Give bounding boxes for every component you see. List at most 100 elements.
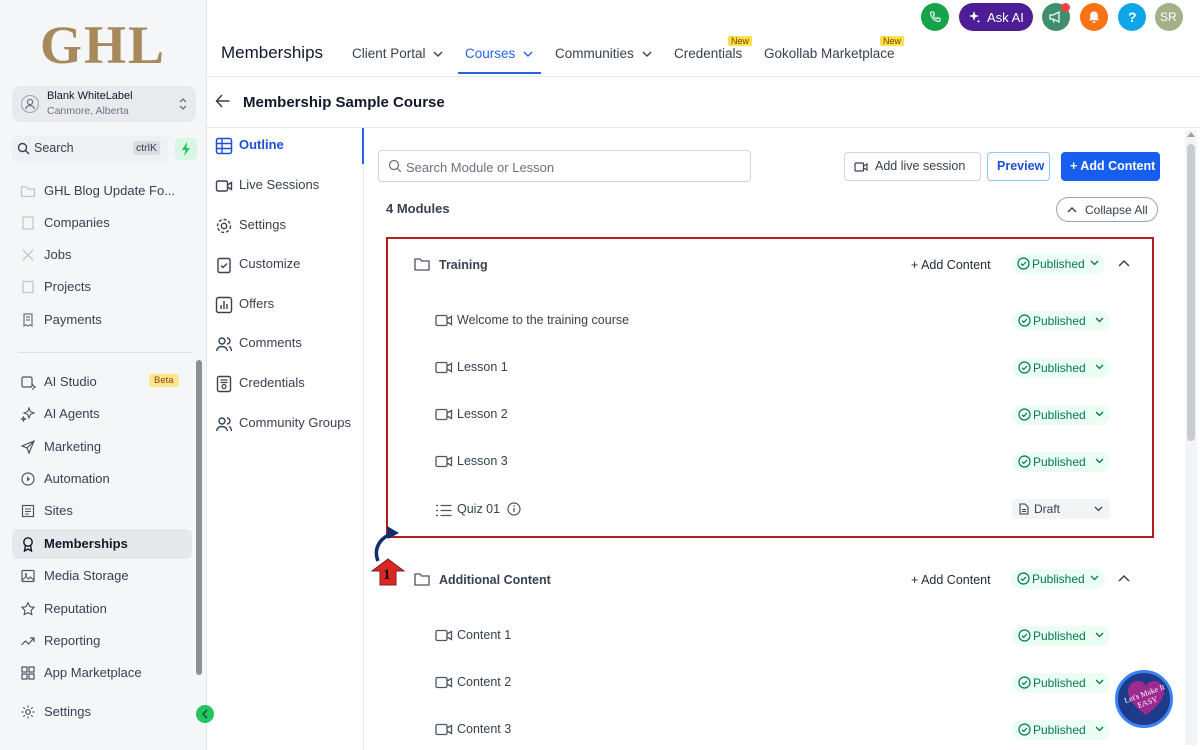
button-label: Collapse All bbox=[1085, 203, 1148, 217]
avatar[interactable]: SR bbox=[1155, 3, 1183, 31]
collapse-all-button[interactable]: Collapse All bbox=[1056, 197, 1158, 222]
sidebar-item-label: Automation bbox=[44, 471, 110, 486]
bar-chart-icon bbox=[215, 296, 233, 314]
chevron-down-icon bbox=[433, 51, 443, 58]
module-add-content-button[interactable]: + Add Content bbox=[911, 573, 991, 587]
gear-icon bbox=[20, 704, 36, 720]
sidebar-item-projects[interactable]: Projects bbox=[12, 272, 192, 302]
sparkle-icon bbox=[20, 406, 36, 422]
phone-button[interactable] bbox=[921, 3, 949, 31]
tab-courses[interactable]: Courses bbox=[465, 46, 533, 61]
send-icon bbox=[20, 439, 36, 455]
page-title: Memberships bbox=[221, 43, 324, 62]
lesson-status-dropdown[interactable]: Published bbox=[1012, 673, 1110, 693]
course-title: Membership Sample Course bbox=[243, 94, 445, 111]
sidebar-item-label: Payments bbox=[44, 312, 102, 327]
account-switcher[interactable]: Blank WhiteLabel Canmore, Alberta bbox=[12, 86, 196, 122]
module-collapse-toggle[interactable] bbox=[1118, 574, 1130, 582]
sidebar-item-label: AI Studio bbox=[44, 374, 97, 389]
lightning-icon bbox=[181, 142, 191, 156]
main-scrollbar[interactable] bbox=[1185, 130, 1197, 745]
sidebar-item-companies[interactable]: Companies bbox=[12, 208, 192, 238]
tab-credentials[interactable]: Credentials bbox=[674, 46, 742, 61]
image-icon bbox=[20, 568, 36, 584]
lesson-row[interactable]: Content 3 Published bbox=[385, 712, 1155, 748]
add-live-session-button[interactable]: Add live session bbox=[844, 152, 981, 181]
lesson-status-dropdown[interactable]: Published bbox=[1012, 720, 1110, 740]
sidebar-item-jobs[interactable]: Jobs bbox=[12, 240, 192, 270]
sidebar-item-app-marketplace[interactable]: App Marketplace bbox=[12, 658, 192, 688]
lesson-row[interactable]: Content 1 Published bbox=[385, 618, 1155, 654]
sidebar-scrollbar[interactable] bbox=[196, 360, 202, 675]
video-icon bbox=[435, 629, 453, 642]
nav-label: Settings bbox=[239, 217, 286, 232]
module-name: Additional Content bbox=[439, 573, 551, 587]
outline-panel: Add live session Preview + Add Content 4… bbox=[365, 128, 1183, 750]
lesson-row[interactable]: Content 2 Published bbox=[385, 665, 1155, 701]
sidebar-item-label: Jobs bbox=[44, 247, 72, 262]
announcements-button[interactable] bbox=[1042, 3, 1070, 31]
check-circle-icon bbox=[1018, 629, 1031, 642]
check-circle-icon bbox=[1018, 723, 1031, 736]
ask-ai-button[interactable]: Ask AI bbox=[959, 3, 1033, 31]
sidebar-item-ai-studio[interactable]: AI Studio Beta bbox=[12, 367, 192, 397]
lesson-title: Content 3 bbox=[457, 722, 512, 736]
beta-badge: Beta bbox=[149, 374, 179, 387]
help-button[interactable]: ? bbox=[1118, 3, 1146, 31]
lesson-status-dropdown[interactable]: Published bbox=[1012, 626, 1110, 646]
megaphone-icon bbox=[1049, 11, 1063, 23]
sidebar-item-blog-folder[interactable]: GHL Blog Update Fo... bbox=[12, 176, 192, 206]
nav-label: Community Groups bbox=[239, 415, 351, 430]
sidebar-item-marketing[interactable]: Marketing bbox=[12, 432, 192, 462]
award-icon bbox=[20, 536, 36, 552]
module-header-additional-content[interactable]: Additional Content + Add Content Publish… bbox=[385, 554, 1155, 604]
sidebar-item-reporting[interactable]: Reporting bbox=[12, 626, 192, 656]
sidebar-item-reputation[interactable]: Reputation bbox=[12, 594, 192, 624]
sidebar-item-sites[interactable]: Sites bbox=[12, 496, 192, 526]
sidebar-item-label: Marketing bbox=[44, 439, 102, 454]
search-icon bbox=[17, 142, 30, 155]
sidebar-item-settings[interactable]: Settings bbox=[12, 697, 192, 727]
sidebar-item-automation[interactable]: Automation bbox=[12, 464, 192, 494]
back-button[interactable] bbox=[215, 94, 231, 108]
status-label: Published bbox=[1033, 723, 1086, 737]
check-circle-icon bbox=[1018, 676, 1031, 689]
status-label: Published bbox=[1033, 629, 1086, 643]
grid-icon bbox=[20, 665, 36, 681]
account-name: Blank WhiteLabel bbox=[47, 90, 133, 102]
sidebar-item-media-storage[interactable]: Media Storage bbox=[12, 561, 192, 591]
tab-gokollab-marketplace[interactable]: Gokollab Marketplace bbox=[764, 46, 895, 61]
video-icon bbox=[215, 177, 233, 195]
sidebar-item-payments[interactable]: Payments bbox=[12, 305, 192, 335]
module-search-field[interactable] bbox=[378, 150, 751, 182]
brand-logo[interactable]: GHL bbox=[40, 14, 166, 76]
preview-button[interactable]: Preview bbox=[987, 152, 1050, 181]
video-icon bbox=[854, 161, 868, 173]
sidebar-item-memberships[interactable]: Memberships bbox=[12, 529, 192, 559]
tab-communities[interactable]: Communities bbox=[555, 46, 652, 61]
sidebar-item-ai-agents[interactable]: AI Agents bbox=[12, 399, 192, 429]
chevron-down-icon bbox=[1095, 632, 1104, 638]
lesson-title: Content 2 bbox=[457, 675, 512, 689]
add-content-button[interactable]: + Add Content bbox=[1061, 152, 1160, 181]
active-nav-indicator bbox=[362, 128, 364, 164]
button-label: Preview bbox=[997, 159, 1045, 173]
trend-icon bbox=[20, 633, 36, 649]
folder-icon bbox=[414, 572, 430, 586]
course-header: Membership Sample Course bbox=[207, 78, 1200, 128]
chevron-up-icon bbox=[1067, 207, 1077, 213]
module-status-dropdown[interactable]: Published bbox=[1011, 569, 1105, 589]
avatar-initials: SR bbox=[1160, 10, 1177, 24]
sidebar: GHL Blank WhiteLabel Canmore, Alberta Se… bbox=[0, 0, 214, 750]
nav-label: Offers bbox=[239, 296, 275, 311]
scrollbar-thumb[interactable] bbox=[1187, 144, 1195, 441]
module-search-input[interactable] bbox=[406, 157, 736, 177]
sidebar-item-label: Sites bbox=[44, 503, 73, 518]
quick-action-button[interactable] bbox=[175, 138, 197, 160]
sidebar-item-label: AI Agents bbox=[44, 406, 100, 421]
sidebar-search[interactable]: Search ctrlK bbox=[12, 136, 168, 161]
sidebar-item-label: Companies bbox=[44, 215, 110, 230]
notifications-button[interactable] bbox=[1080, 3, 1108, 31]
tab-client-portal[interactable]: Client Portal bbox=[352, 46, 443, 61]
nav-label: Live Sessions bbox=[239, 177, 320, 192]
